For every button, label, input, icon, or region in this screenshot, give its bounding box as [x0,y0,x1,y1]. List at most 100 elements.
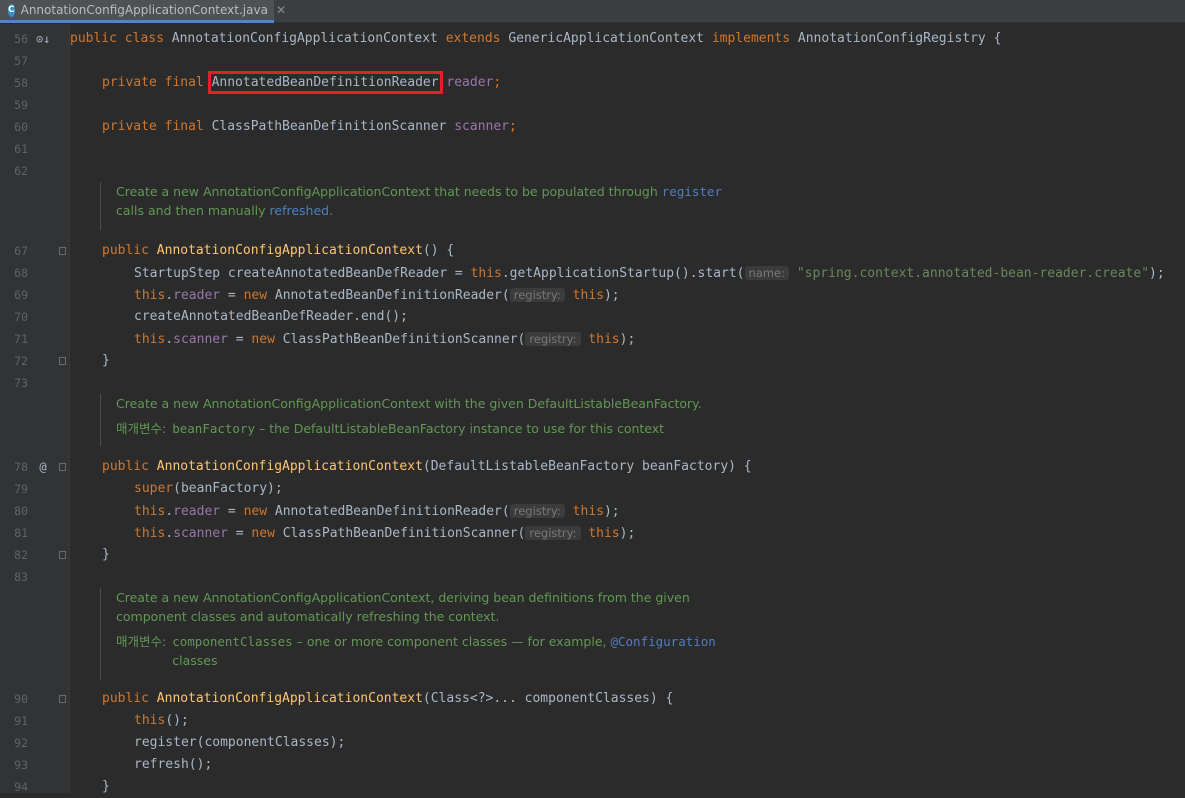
code-line[interactable]: 58 private final AnnotatedBeanDefinitionR… [0,71,1185,94]
tab-filename: AnnotationConfigApplicationContext.java [20,3,268,17]
code-text: register(componentClasses); [134,735,346,750]
code-line[interactable]: 93 refresh(); [0,754,1185,776]
code-line[interactable]: 59 [0,94,1185,116]
line-number: 79 [14,482,28,496]
keyword: this [470,266,502,281]
line-number: 67 [14,244,28,258]
code-line[interactable]: 69 this.reader = new AnnotatedBeanDefinit… [0,284,1185,306]
code-line[interactable]: 62 [0,160,1185,182]
code-line[interactable]: 61 [0,138,1185,160]
javadoc-line: component classes and automatically refr… [116,607,736,626]
method-name: AnnotationConfigApplicationContext [156,691,423,706]
fold-icon[interactable] [59,357,66,365]
line-number: 93 [14,758,28,772]
annotation-marker-icon[interactable]: @ [36,456,50,478]
line-number: 61 [14,142,28,156]
code-text: } [102,779,110,794]
field-name: reader [446,75,494,90]
code-line[interactable]: 56 ⊙↓ public class AnnotationConfigApplica… [0,28,1185,50]
implements-marker-icon[interactable]: ⊙↓ [36,28,50,50]
code-text: AnnotatedBeanDefinitionReader( [274,288,510,303]
javadoc-bar [100,394,101,446]
fold-icon[interactable] [59,463,66,471]
javadoc-text: Create a new AnnotationConfigApplication… [116,182,736,220]
code-text: StartupStep createAnnotatedBeanDefReader… [134,266,471,281]
fold-icon[interactable] [59,247,66,255]
keyword: this [134,332,166,347]
javadoc-link[interactable]: refreshed [270,203,330,218]
editor-tab[interactable]: C AnnotationConfigApplicationContext.jav… [0,0,286,23]
code-content: } [102,544,110,566]
keyword: private final [102,75,212,90]
code-line[interactable]: 68 StartupStep createAnnotatedBeanDefRead… [0,262,1185,284]
code-content: register(componentClasses); [134,732,345,754]
code-line[interactable]: 83 [0,566,1185,588]
code-text: = [227,526,252,541]
code-content: public AnnotationConfigApplicationContex… [102,240,454,262]
javadoc-line: Create a new AnnotationConfigApplication… [116,182,736,201]
javadoc-bar [100,588,101,680]
keyword: super [134,481,174,496]
code-text: = [220,288,244,303]
code-content: this.reader = new AnnotatedBeanDefinitio… [134,500,620,523]
javadoc-text-run: . [329,203,334,218]
keyword: extends [445,31,509,46]
line-number: 62 [14,164,28,178]
code-line[interactable]: 72} [0,350,1185,372]
line-number: 72 [14,354,28,368]
keyword: this [134,713,166,728]
keyword: private final [102,119,212,134]
javadoc-block: Create a new AnnotationConfigApplication… [0,588,1185,680]
javadoc-link[interactable]: @Configuration [610,634,715,649]
code-line[interactable]: 80 this.reader = new AnnotatedBeanDefinit… [0,500,1185,522]
code-line[interactable]: 82} [0,544,1185,566]
code-line[interactable]: 57 [0,50,1185,72]
code-line[interactable]: 91 this(); [0,710,1185,732]
method-name: AnnotationConfigApplicationContext [156,459,423,474]
code-text: = [220,504,244,519]
code-line[interactable]: 94} [0,776,1185,798]
code-text: ); [603,504,620,519]
javadoc-link[interactable]: register [662,184,722,199]
line-number: 73 [14,376,28,390]
code-editor[interactable]: 56 ⊙↓ public class AnnotationConfigApplica… [0,24,1185,794]
code-text: ); [1149,266,1165,281]
code-text: . [165,504,174,519]
code-line[interactable]: 78 @ public AnnotationConfigApplicationCon… [0,456,1185,478]
code-line[interactable]: 81 this.scanner = new ClassPathBeanDefini… [0,522,1185,544]
line-number: 81 [14,526,28,540]
highlighted-type: AnnotatedBeanDefinitionReader [207,71,443,94]
code-line[interactable]: 92 register(componentClasses); [0,732,1185,754]
keyword: new [251,526,283,541]
code-content: public AnnotationConfigApplicationContex… [102,688,673,710]
field-name: scanner [173,526,228,541]
parameter-hint: registry: [509,504,565,518]
javadoc-text-run: – one or more component classes — for ex… [292,634,611,649]
code-text: } [102,353,110,368]
code-content: public class AnnotationConfigApplication… [70,28,1001,50]
code-line[interactable]: 70 createAnnotatedBeanDefReader.end(); [0,306,1185,328]
code-line[interactable]: 90 public AnnotationConfigApplicationCont… [0,688,1185,710]
fold-icon[interactable] [59,695,66,703]
code-text: AnnotationConfigApplicationContext [171,31,446,46]
code-line[interactable]: 71 this.scanner = new ClassPathBeanDefini… [0,328,1185,350]
code-line[interactable]: 79 super(beanFactory); [0,478,1185,500]
keyword: new [243,504,275,519]
code-text: AnnotationConfigRegistry { [797,31,1002,46]
code-line[interactable]: 73 [0,372,1185,394]
line-number: 78 [14,460,28,474]
line-number: 56 [14,32,28,46]
javadoc-text: Create a new AnnotationConfigApplication… [116,394,736,438]
code-line[interactable]: 67 public AnnotationConfigApplicationCont… [0,240,1185,262]
code-text: = [227,332,252,347]
java-class-icon: C [8,3,15,17]
line-number: 91 [14,714,28,728]
fold-icon[interactable] [59,551,66,559]
parameter-hint: registry: [525,526,581,540]
keyword: this [588,526,620,541]
close-icon[interactable]: ✕ [276,3,286,17]
keyword: ; [509,119,517,134]
code-line[interactable]: 60 private final ClassPathBeanDefinitionS… [0,116,1185,138]
parameter-hint: registry: [525,332,581,346]
